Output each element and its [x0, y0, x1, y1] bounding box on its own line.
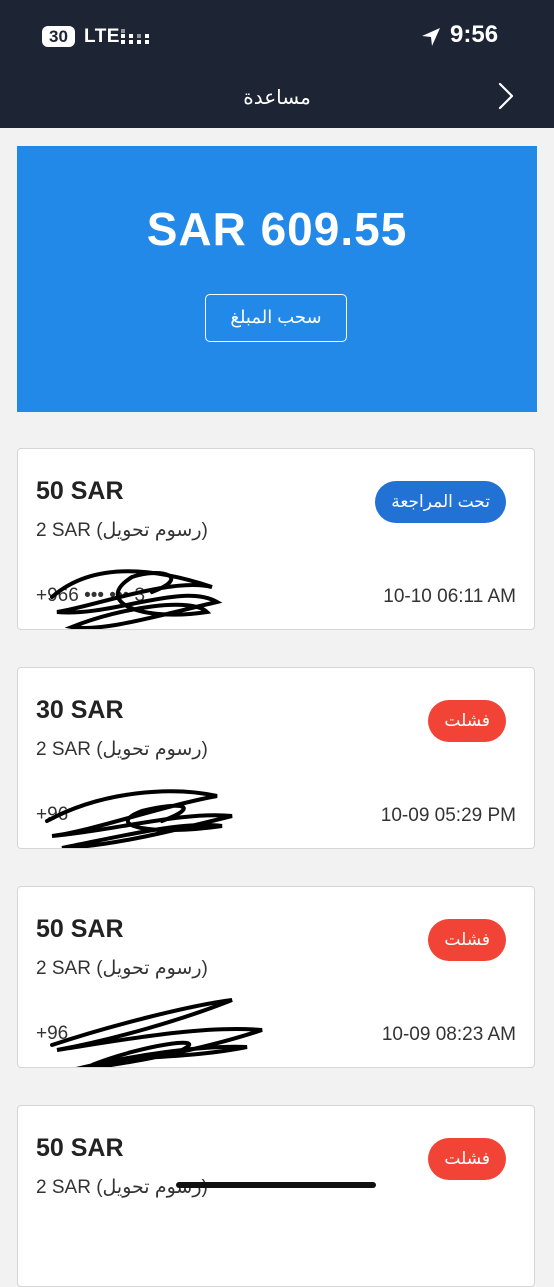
- transaction-card[interactable]: 50 SAR 2 SAR (رسوم تحويل) فشلت: [17, 1105, 535, 1287]
- transaction-date: 10-09 05:29 PM: [380, 805, 516, 826]
- transaction-fee: 2 SAR (رسوم تحويل): [36, 739, 208, 760]
- transaction-amount: 50 SAR: [36, 915, 124, 943]
- status-badge-failed: فشلت: [428, 1138, 506, 1180]
- redaction-scribble: [45, 789, 233, 848]
- network-type: LTE: [84, 26, 120, 47]
- chevron-right-icon[interactable]: [494, 81, 518, 111]
- nav-bar: مساعدة: [0, 74, 554, 128]
- home-indicator[interactable]: [176, 1182, 376, 1188]
- transaction-card[interactable]: 50 SAR 2 SAR (رسوم تحويل) +966 ••• ••• 3…: [17, 448, 535, 630]
- status-badge-failed: فشلت: [428, 919, 506, 961]
- redaction-scribble: [50, 998, 263, 1067]
- status-bar: 30 LTE 9:56: [0, 0, 554, 74]
- redaction-scribble: [50, 569, 223, 629]
- signal-strength-icon: [121, 29, 149, 44]
- transaction-card[interactable]: 50 SAR 2 SAR (رسوم تحويل) +96 10-09 08:2…: [17, 886, 535, 1068]
- transaction-date: 10-09 08:23 AM: [381, 1024, 516, 1045]
- transaction-amount: 50 SAR: [36, 1134, 124, 1162]
- cellular-badge: 30: [42, 26, 75, 47]
- status-badge-failed: فشلت: [428, 700, 506, 742]
- transaction-card[interactable]: 30 SAR 2 SAR (رسوم تحويل) +96 10-09 05:2…: [17, 667, 535, 849]
- transaction-date: 10-10 06:11 AM: [383, 586, 516, 607]
- balance-card: SAR 609.55 سحب المبلغ: [17, 146, 537, 412]
- balance-amount: SAR 609.55: [146, 203, 408, 255]
- transaction-fee: 2 SAR (رسوم تحويل): [36, 958, 208, 979]
- page-title[interactable]: مساعدة: [0, 85, 554, 111]
- transaction-amount: 50 SAR: [36, 477, 124, 505]
- clock: 9:56: [450, 21, 499, 48]
- transaction-fee: 2 SAR (رسوم تحويل): [36, 520, 208, 541]
- status-badge-under-review: تحت المراجعة: [375, 481, 506, 523]
- location-arrow-icon: [422, 28, 440, 46]
- withdraw-button[interactable]: سحب المبلغ: [205, 294, 347, 342]
- transaction-amount: 30 SAR: [36, 696, 124, 724]
